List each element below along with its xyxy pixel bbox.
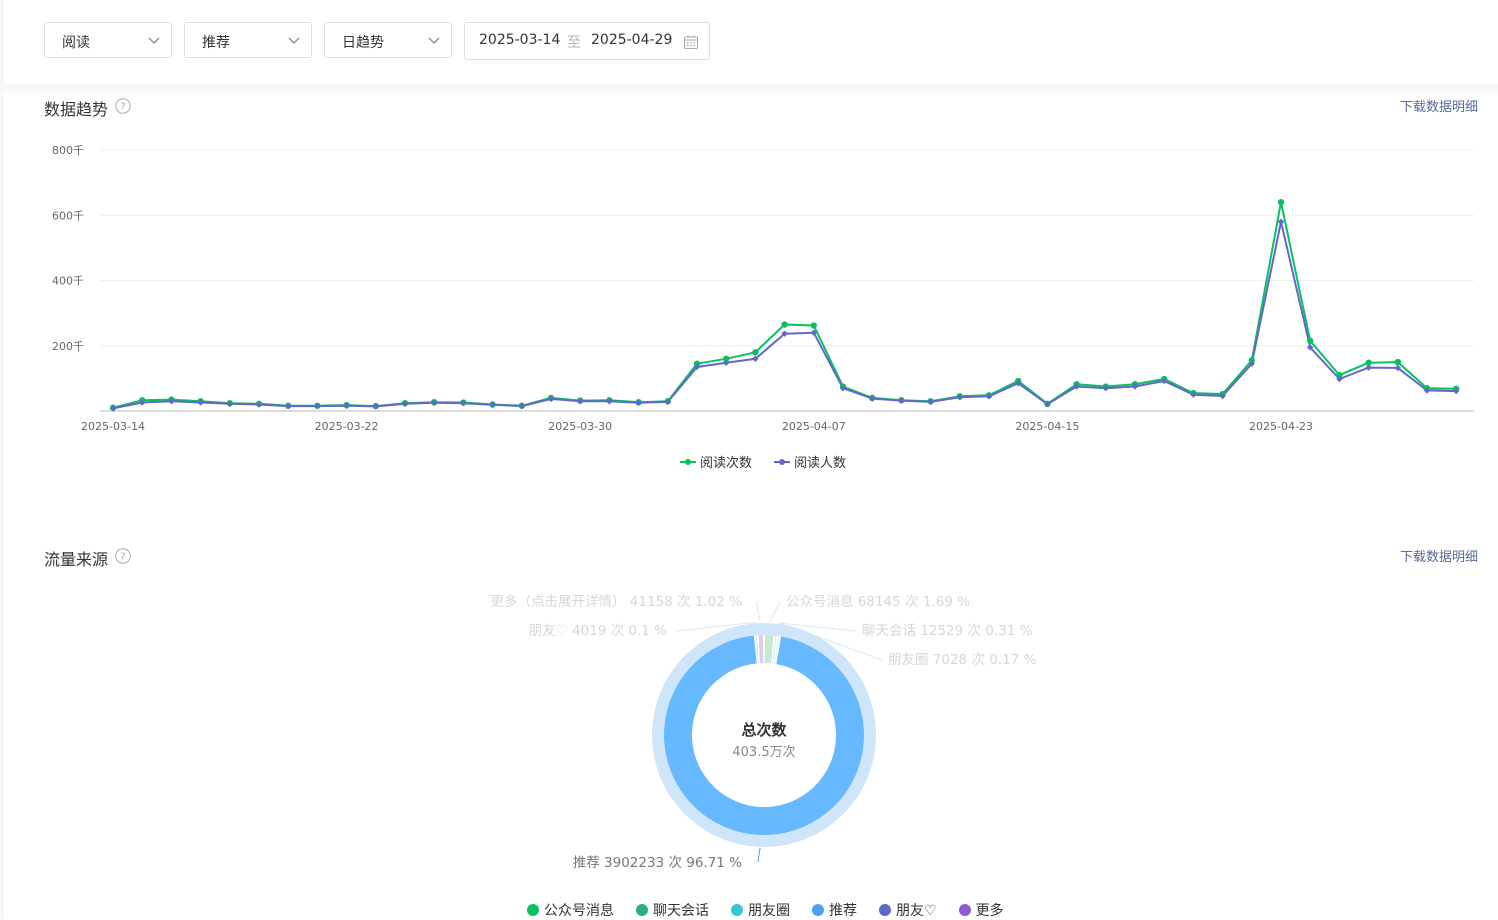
metric-select-value: 阅读 (62, 35, 90, 51)
trend-download-link[interactable]: 下载数据明细 (1400, 96, 1478, 115)
slice-label: 推荐 3902233 次 96.71 % (573, 855, 742, 871)
series-line-readers (112, 220, 1457, 410)
legend-dot (636, 904, 648, 916)
legend-item-recommend[interactable]: 推荐 (812, 900, 857, 920)
svg-text:?: ? (120, 102, 125, 113)
chevron-down-icon (428, 37, 440, 44)
data-point-reads (1307, 337, 1314, 345)
label-leader-line (755, 601, 761, 623)
y-tick-label: 400千 (52, 275, 84, 288)
legend-label: 更多 (975, 903, 1004, 919)
slice-label: 朋友♡ 4019 次 0.1 % (529, 623, 668, 639)
traffic-title: 流量来源 (44, 550, 109, 569)
date-range-picker[interactable]: 2025-03-14 至 2025-04-29 (464, 22, 710, 60)
source-select-value: 推荐 (202, 35, 230, 51)
calendar-icon[interactable] (683, 34, 699, 50)
x-tick-label: 2025-04-15 (1015, 420, 1079, 433)
granularity-select-value: 日趋势 (342, 35, 384, 51)
donut-center-value: 403.5万次 (732, 744, 795, 760)
data-point-readers (1365, 364, 1372, 371)
legend-item-friends-like[interactable]: 朋友♡ (879, 900, 937, 920)
filter-bar-shadow (4, 84, 1498, 98)
y-tick-label: 800千 (52, 144, 84, 157)
legend-label: 推荐 (829, 903, 857, 919)
legend-dot (812, 904, 824, 916)
x-tick-label: 2025-03-14 (81, 420, 145, 433)
traffic-legend: 公众号消息 聊天会话 朋友圈 推荐 朋友♡ 更多 (527, 900, 1026, 920)
svg-text:?: ? (120, 552, 125, 563)
slice-label: 公众号消息 68145 次 1.69 % (786, 593, 970, 610)
date-end[interactable]: 2025-04-29 (591, 32, 672, 48)
legend-marker-reads (680, 458, 696, 466)
help-icon[interactable]: ? (115, 98, 131, 114)
traffic-donut-chart: 公众号消息 68145 次 1.69 % 聊天会话 12529 次 0.31 % 朋… (491, 593, 1037, 871)
donut-slice (755, 635, 759, 664)
legend-dot (527, 904, 539, 916)
legend-label: 公众号消息 (544, 903, 614, 919)
legend-dot (958, 904, 971, 916)
data-point-reads (752, 349, 759, 356)
slice-label: 聊天会话 12529 次 0.31 % (862, 623, 1033, 639)
legend-label-reads: 阅读次数 (700, 456, 753, 471)
legend-label: 聊天会话 (653, 903, 709, 919)
legend-marker-readers (774, 458, 791, 466)
granularity-select[interactable]: 日趋势 (324, 22, 452, 58)
legend-item-official-msg[interactable]: 公众号消息 (527, 900, 614, 920)
data-point-reads (781, 321, 788, 328)
trend-legend: 阅读次数 阅读人数 (680, 452, 846, 471)
source-select[interactable]: 推荐 (184, 22, 312, 58)
legend-item-moments[interactable]: 朋友圈 (731, 900, 790, 920)
legend-label-readers: 阅读人数 (794, 456, 847, 471)
data-point-reads (1394, 358, 1402, 366)
y-tick-label: 600千 (52, 209, 84, 222)
x-tick-label: 2025-03-22 (315, 420, 379, 433)
legend-dot (731, 904, 743, 916)
legend-label: 朋友♡ (896, 903, 937, 919)
label-leader-line (757, 847, 761, 863)
legend-label: 朋友圈 (748, 903, 790, 919)
slice-label: 朋友圈 7028 次 0.17 % (888, 652, 1037, 668)
chevron-down-icon (288, 37, 300, 44)
traffic-download-link[interactable]: 下载数据明细 (1400, 546, 1478, 565)
trend-line-chart: 800千 600千 400千 200千 2025-03-14 2025-03-22 2025… (52, 144, 1474, 433)
date-separator: 至 (567, 35, 581, 51)
data-point-reads (1277, 199, 1285, 206)
legend-dot (879, 904, 891, 916)
legend-item-readers[interactable]: 阅读人数 (774, 452, 846, 471)
x-tick-label: 2025-04-23 (1249, 420, 1313, 433)
trend-title: 数据趋势 (44, 100, 109, 119)
chevron-down-icon (148, 37, 160, 44)
y-tick-label: 200千 (52, 340, 84, 353)
series-line-reads (112, 201, 1457, 409)
help-icon[interactable]: ? (115, 548, 131, 564)
legend-item-more[interactable]: 更多 (958, 900, 1004, 920)
donut-slice (764, 635, 774, 664)
data-point-reads (810, 322, 817, 329)
legend-item-reads[interactable]: 阅读次数 (680, 452, 752, 471)
slice-label: 更多（点击展开详情） 41158 次 1.02 % (491, 593, 743, 610)
label-leader-line (769, 601, 781, 623)
donut-center-title: 总次数 (741, 721, 787, 739)
donut-slice (758, 635, 764, 664)
legend-item-chat[interactable]: 聊天会话 (636, 900, 709, 920)
x-tick-label: 2025-04-07 (782, 420, 846, 433)
metric-select[interactable]: 阅读 (44, 22, 172, 58)
x-tick-label: 2025-03-30 (548, 420, 612, 433)
date-start[interactable]: 2025-03-14 (479, 32, 560, 48)
